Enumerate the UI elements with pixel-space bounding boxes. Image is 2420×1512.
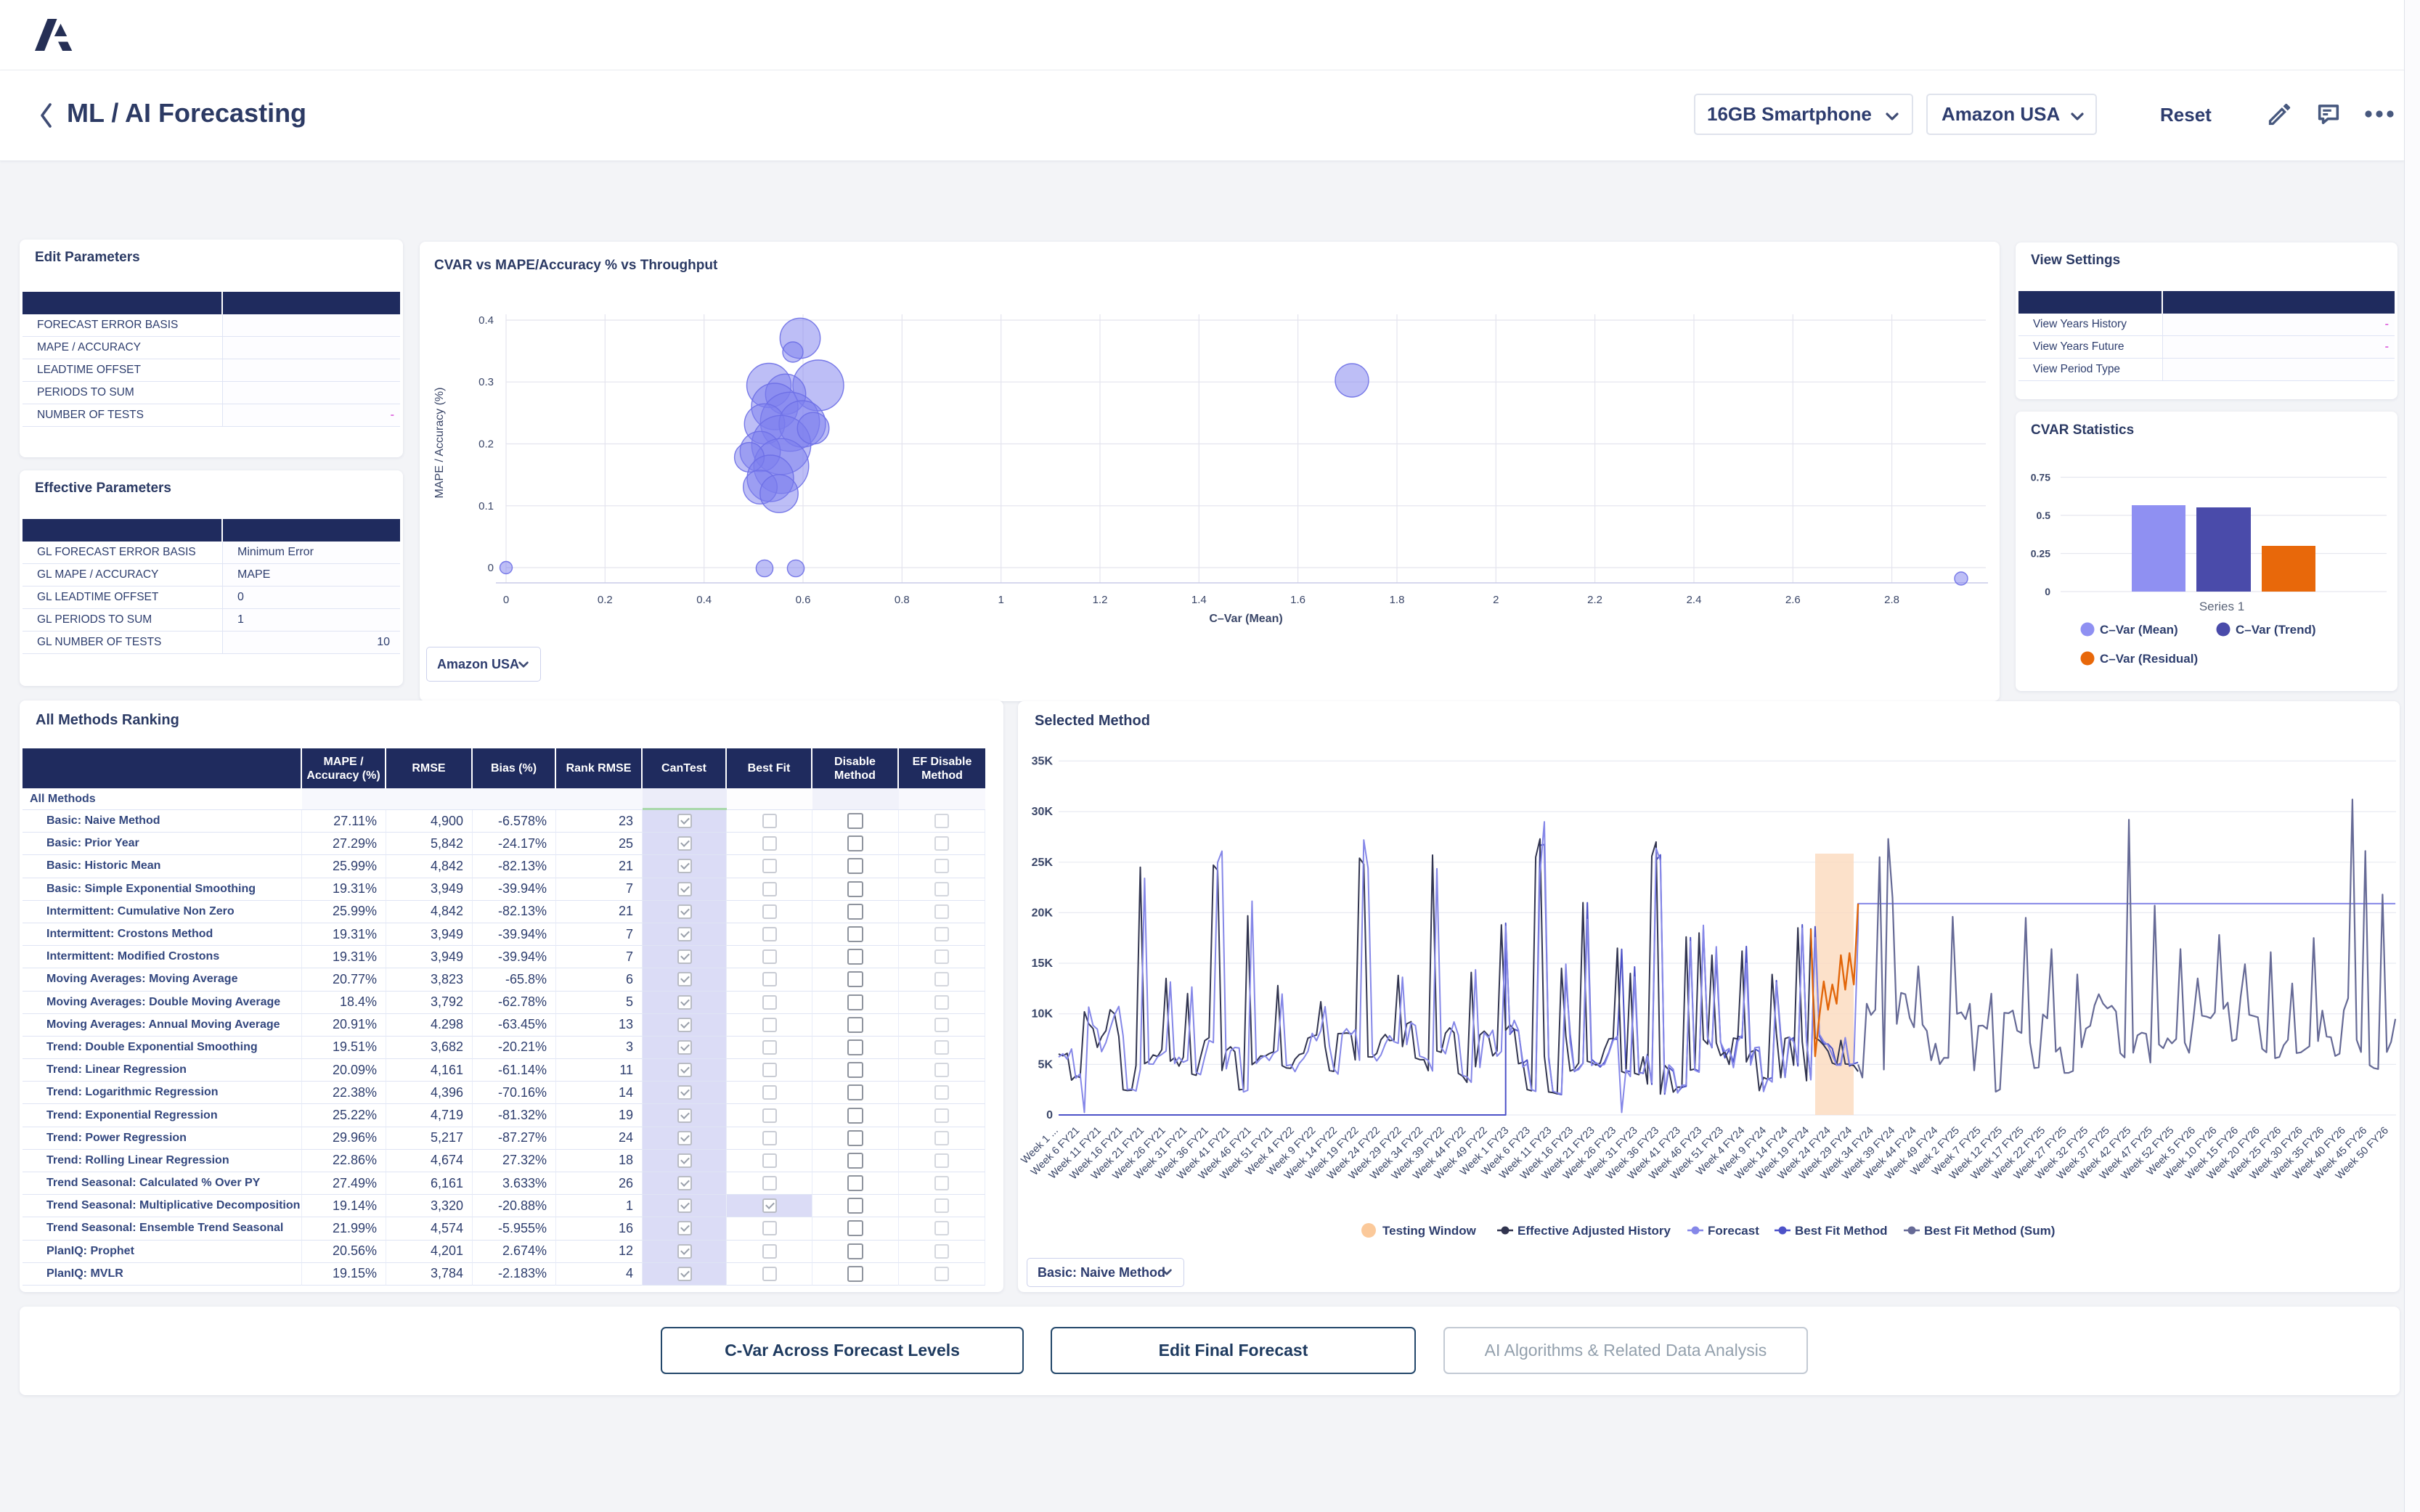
svg-text:Testing Window: Testing Window [1382,1224,1477,1238]
svg-text:15K: 15K [1032,957,1054,970]
svg-text:1.6: 1.6 [1290,594,1305,606]
svg-text:MAPE / Accuracy (%): MAPE / Accuracy (%) [433,388,446,499]
svg-text:C–Var (Mean): C–Var (Mean) [2100,623,2178,637]
svg-text:1.8: 1.8 [1390,594,1405,606]
svg-text:0.5: 0.5 [2037,510,2051,521]
svg-text:1.2: 1.2 [1093,594,1108,606]
svg-text:35K: 35K [1032,755,1054,767]
svg-text:2.6: 2.6 [1785,594,1801,606]
svg-text:C–Var (Mean): C–Var (Mean) [1209,613,1282,625]
svg-text:Forecast: Forecast [1708,1224,1759,1238]
svg-text:Best Fit Method (Sum): Best Fit Method (Sum) [1924,1224,2055,1238]
svg-text:0: 0 [1046,1109,1053,1121]
svg-text:0.75: 0.75 [2031,472,2050,483]
svg-text:0: 0 [503,594,509,606]
svg-text:2.8: 2.8 [1884,594,1899,606]
svg-text:2.2: 2.2 [1587,594,1602,606]
svg-text:Best Fit Method: Best Fit Method [1795,1224,1888,1238]
svg-text:0.2: 0.2 [478,438,494,451]
svg-text:Effective Adjusted History: Effective Adjusted History [1517,1224,1671,1238]
svg-text:0.2: 0.2 [598,594,613,606]
svg-text:C–Var (Residual): C–Var (Residual) [2100,652,2198,666]
svg-text:2.4: 2.4 [1687,594,1702,606]
svg-text:10K: 10K [1032,1008,1054,1021]
svg-text:0.6: 0.6 [796,594,811,606]
svg-text:5K: 5K [1038,1058,1054,1071]
svg-text:2: 2 [1493,594,1499,606]
svg-text:30K: 30K [1032,806,1054,818]
svg-text:0.3: 0.3 [478,376,494,388]
svg-text:0.1: 0.1 [478,500,494,512]
svg-text:0.4: 0.4 [696,594,712,606]
svg-text:0.4: 0.4 [478,314,494,327]
svg-text:1: 1 [998,594,1004,606]
svg-text:Series 1: Series 1 [2199,600,2244,613]
svg-text:C–Var (Trend): C–Var (Trend) [2236,623,2316,637]
svg-text:1.4: 1.4 [1191,594,1207,606]
svg-text:0: 0 [2045,586,2050,597]
svg-text:0.25: 0.25 [2031,548,2050,560]
svg-text:20K: 20K [1032,907,1054,919]
svg-text:0.8: 0.8 [895,594,910,606]
svg-text:25K: 25K [1032,857,1054,869]
svg-text:0: 0 [488,562,494,574]
